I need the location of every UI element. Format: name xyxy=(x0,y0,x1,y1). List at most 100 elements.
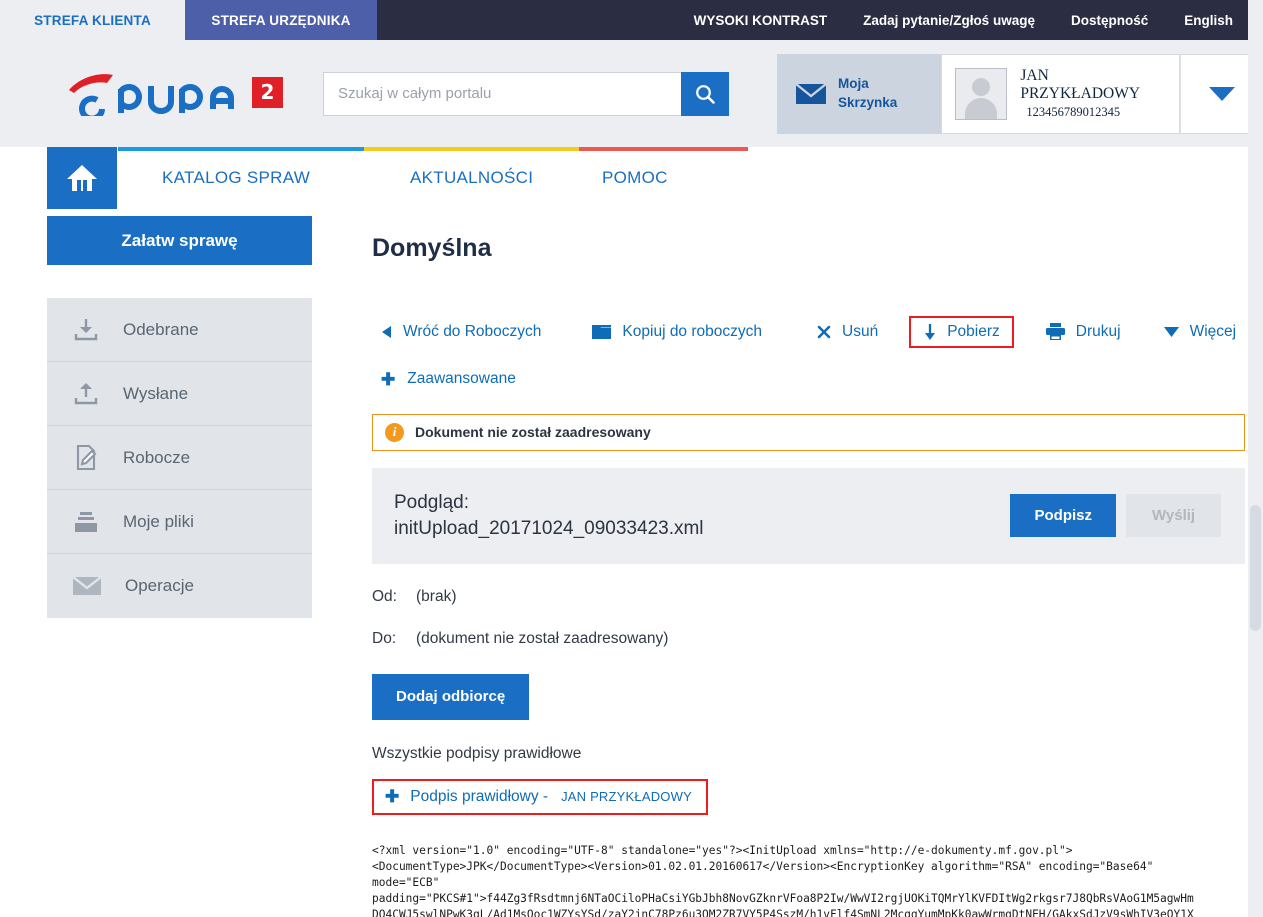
main-nav: KATALOG SPRAW AKTUALNOŚCI POMOC xyxy=(0,147,1263,216)
triangle-left-icon xyxy=(381,325,393,339)
field-od: Od: (brak) xyxy=(372,588,1245,606)
preview-heading: Podgląd: initUpload_20171024_09033423.xm… xyxy=(394,490,704,542)
field-do-label: Do: xyxy=(372,630,416,648)
tab-strefa-urzednika[interactable]: STREFA URZĘDNIKA xyxy=(185,0,377,40)
send-button: Wyślij xyxy=(1126,494,1221,537)
x-icon xyxy=(816,324,832,340)
logo-mark xyxy=(67,72,245,116)
link-wysoki-kontrast[interactable]: WYSOKI KONTRAST xyxy=(694,13,828,28)
envelope-icon xyxy=(71,573,103,599)
signature-entry[interactable]: ✚ Podpis prawidłowy - JAN PRZYKŁADOWY xyxy=(372,779,708,815)
sidebar-item-moje-pliki[interactable]: Moje pliki xyxy=(47,490,312,554)
field-do-value: (dokument nie został zaadresowany) xyxy=(416,630,668,648)
preview-filename: initUpload_20171024_09033423.xml xyxy=(394,516,704,542)
content-area: Załatw sprawę Odebrane xyxy=(0,216,1263,917)
field-od-value: (brak) xyxy=(416,588,456,606)
portal-search xyxy=(323,72,729,116)
nav-item-aktualnosci[interactable]: AKTUALNOŚCI xyxy=(410,168,602,188)
toolbar-print[interactable]: Drukuj xyxy=(1036,315,1130,348)
plus-icon: ✚ xyxy=(381,371,395,388)
top-utility-bar: STREFA KLIENTA STREFA URZĘDNIKA WYSOKI K… xyxy=(0,0,1263,40)
user-name-line1: JAN xyxy=(1020,67,1140,85)
mailbox-line2: Skrzynka xyxy=(838,94,897,112)
advanced-row: ✚ Zaawansowane xyxy=(372,370,1245,390)
preview-actions: Podpisz Wyślij xyxy=(1010,494,1221,537)
user-name-line2: PRZYKŁADOWY xyxy=(1020,85,1140,103)
download-arrow-icon xyxy=(923,323,937,341)
nav-item-katalog-spraw[interactable]: KATALOG SPRAW xyxy=(162,168,410,188)
sidebar-item-robocze[interactable]: Robocze xyxy=(47,426,312,490)
sidebar-item-wyslane[interactable]: Wysłane xyxy=(47,362,312,426)
toolbar-label: Pobierz xyxy=(947,323,1000,341)
mailbox-button[interactable]: Moja Skrzynka xyxy=(777,54,941,134)
info-icon: i xyxy=(385,423,404,442)
status-banner: i Dokument nie został zaadresowany xyxy=(372,414,1245,451)
preview-panel: Podgląd: initUpload_20171024_09033423.xm… xyxy=(372,468,1245,564)
user-id: 123456789012345 xyxy=(1020,105,1140,120)
toolbar-copy-to-drafts[interactable]: Kopiuj do roboczych xyxy=(582,316,771,348)
envelope-icon xyxy=(795,82,827,106)
toolbar-label: Wróć do Roboczych xyxy=(403,323,541,341)
inbox-download-icon xyxy=(71,315,101,345)
sidebar-item-label: Odebrane xyxy=(123,320,199,340)
sidebar-item-operacje[interactable]: Operacje xyxy=(47,554,312,618)
signature-signer: JAN PRZYKŁADOWY xyxy=(561,789,692,804)
sidebar-item-label: Moje pliki xyxy=(123,512,194,532)
sign-button[interactable]: Podpisz xyxy=(1010,494,1116,537)
search-input[interactable] xyxy=(323,72,681,116)
preview-label: Podgląd: xyxy=(394,490,704,516)
top-links: WYSOKI KONTRAST Zadaj pytanie/Zgłoś uwag… xyxy=(694,0,1263,40)
files-tray-icon xyxy=(71,507,101,537)
home-icon xyxy=(65,162,99,194)
triangle-down-icon xyxy=(1163,325,1180,338)
toolbar-label: Kopiuj do roboczych xyxy=(622,323,762,341)
field-do: Do: (dokument nie został zaadresowany) xyxy=(372,630,1245,648)
signature-entry-label: Podpis prawidłowy - xyxy=(410,788,548,806)
sidebar-item-odebrane[interactable]: Odebrane xyxy=(47,298,312,362)
add-recipient-button[interactable]: Dodaj odbiorcę xyxy=(372,674,529,720)
page-scrollbar[interactable] xyxy=(1248,0,1263,917)
advanced-toggle[interactable]: ✚ Zaawansowane xyxy=(372,370,516,388)
toolbar-back-to-drafts[interactable]: Wróć do Roboczych xyxy=(372,316,550,348)
scrollbar-thumb[interactable] xyxy=(1250,505,1261,631)
epuap-wordmark-icon xyxy=(67,72,245,116)
xml-content: <?xml version="1.0" encoding="UTF-8" sta… xyxy=(372,843,1245,917)
toolbar-download[interactable]: Pobierz xyxy=(909,316,1014,348)
toolbar-label: Więcej xyxy=(1190,323,1237,341)
site-header: 2 Moja Skrzynka JAN xyxy=(0,40,1263,147)
sidebar: Załatw sprawę Odebrane xyxy=(47,216,312,917)
signature-status: Wszystkie podpisy prawidłowe xyxy=(372,745,1245,763)
sidebar-item-label: Wysłane xyxy=(123,384,188,404)
link-dostepnosc[interactable]: Dostępność xyxy=(1071,13,1148,28)
user-box[interactable]: JAN PRZYKŁADOWY 123456789012345 xyxy=(941,54,1180,134)
nav-links: KATALOG SPRAW AKTUALNOŚCI POMOC xyxy=(162,147,698,209)
sidebar-item-label: Operacje xyxy=(125,576,194,596)
page-root: STREFA KLIENTA STREFA URZĘDNIKA WYSOKI K… xyxy=(0,0,1263,917)
epuap-logo[interactable]: 2 xyxy=(67,72,283,116)
document-toolbar: Wróć do Roboczych Kopiuj do roboczych xyxy=(372,315,1245,348)
toolbar-delete[interactable]: Usuń xyxy=(807,316,887,348)
link-zadaj-pytanie[interactable]: Zadaj pytanie/Zgłoś uwagę xyxy=(863,13,1035,28)
mailbox-label: Moja Skrzynka xyxy=(838,75,897,111)
link-english[interactable]: English xyxy=(1184,13,1233,28)
chevron-down-icon xyxy=(1207,84,1237,103)
sidebar-cta-zalatw-sprawe[interactable]: Załatw sprawę xyxy=(47,216,312,265)
status-banner-text: Dokument nie został zaadresowany xyxy=(415,424,651,440)
tab-strefa-klienta[interactable]: STREFA KLIENTA xyxy=(0,0,185,40)
page-title: Domyślna xyxy=(372,234,1245,263)
plus-icon: ✚ xyxy=(385,788,399,805)
toolbar-label: Usuń xyxy=(842,323,878,341)
user-meta: JAN PRZYKŁADOWY 123456789012345 xyxy=(1020,67,1140,120)
mailbox-line1: Moja xyxy=(838,75,897,93)
nav-home-button[interactable] xyxy=(47,147,117,209)
toolbar-more[interactable]: Więcej xyxy=(1154,316,1246,348)
sidebar-menu: Odebrane Wysłane xyxy=(47,298,312,618)
folder-icon xyxy=(591,323,612,341)
toolbar-label: Drukuj xyxy=(1076,323,1121,341)
nav-item-pomoc[interactable]: POMOC xyxy=(602,168,698,188)
outbox-upload-icon xyxy=(71,379,101,409)
search-button[interactable] xyxy=(681,72,729,116)
field-od-label: Od: xyxy=(372,588,416,606)
logo-version-badge: 2 xyxy=(252,77,283,108)
printer-icon xyxy=(1045,322,1066,341)
